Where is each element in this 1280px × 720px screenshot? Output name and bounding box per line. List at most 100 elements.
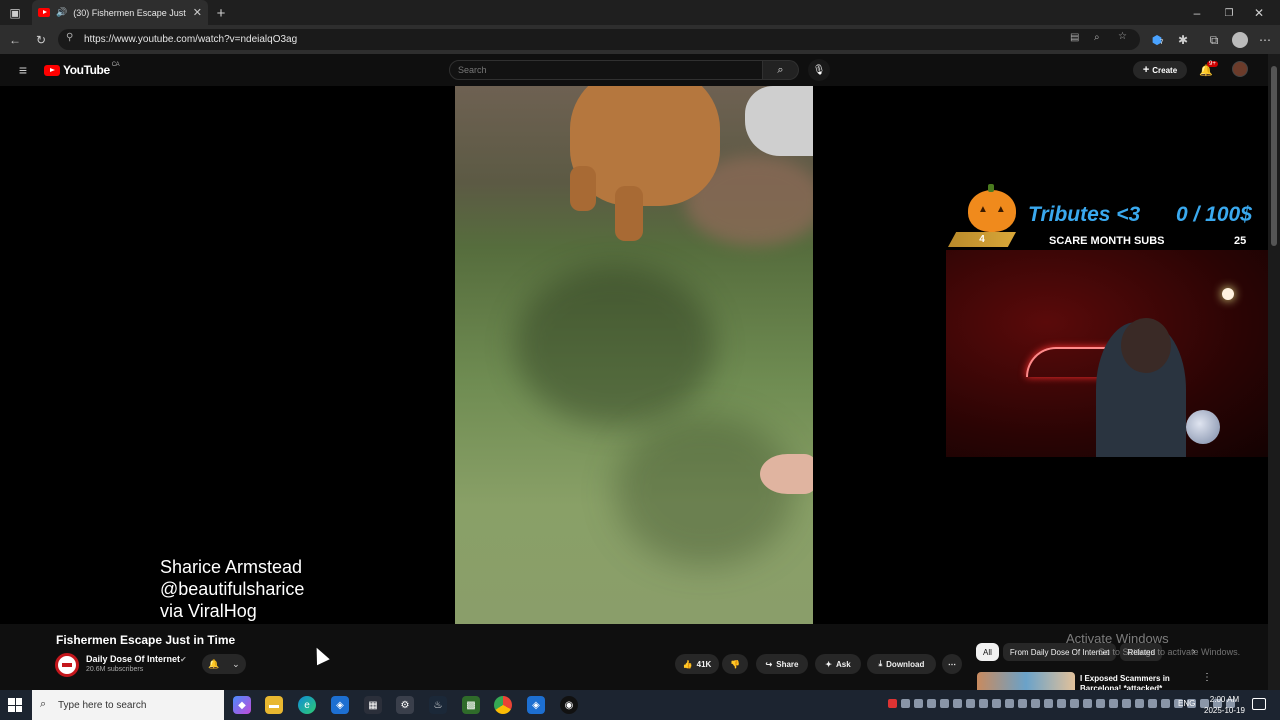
more-horizontal-icon: ⋯ xyxy=(948,659,956,669)
thumbs-up-icon: 👍 xyxy=(682,659,693,669)
app-2-icon[interactable]: ◈ xyxy=(527,696,545,714)
video-info-section: Fishermen Escape Just in Time Daily Dose… xyxy=(0,624,1268,693)
clock-time: 2:00 AM xyxy=(1209,695,1240,704)
hamburger-menu-icon[interactable]: ≡ xyxy=(12,59,34,81)
search-button[interactable]: ⌕ xyxy=(763,60,799,80)
collections-icon[interactable]: ⧉ xyxy=(1203,29,1225,51)
ask-button[interactable]: ✦ Ask xyxy=(815,654,861,674)
mouse-cursor xyxy=(310,644,330,666)
thumbs-down-icon: 👎 xyxy=(730,659,740,669)
back-button[interactable]: ← xyxy=(4,29,26,51)
chevron-down-icon: ⌄ xyxy=(232,658,240,669)
browser-menu-icon[interactable]: ⋯ xyxy=(1254,29,1276,51)
favorite-star-icon[interactable]: ☆ xyxy=(1118,31,1127,42)
share-icon: ↪ xyxy=(765,659,773,669)
search-placeholder: Search xyxy=(458,65,487,75)
steam-icon[interactable]: ♨ xyxy=(429,696,447,714)
taskbar-search-input[interactable]: ⌕ Type here to search xyxy=(32,690,224,720)
youtube-logo-text: YouTube xyxy=(63,63,110,77)
overlay-ribbon: 4 xyxy=(948,232,1016,247)
overlay-count: 0 / 100$ xyxy=(1176,203,1252,226)
voice-search-button[interactable]: 🎙 xyxy=(808,59,830,81)
download-label: Download xyxy=(886,659,925,669)
plus-icon: + xyxy=(1142,64,1150,76)
restore-button[interactable]: ❐ xyxy=(1218,2,1240,24)
pumpkin-icon: ▲▲ xyxy=(968,184,1016,232)
file-explorer-icon[interactable]: ▬ xyxy=(265,696,283,714)
create-label: Create xyxy=(1152,65,1178,75)
browser-tab-bar: ▣ 🔊 (30) Fishermen Escape Just in ✕ + – … xyxy=(0,0,1280,25)
share-button[interactable]: ↪ Share xyxy=(756,654,808,674)
activate-windows-title: Activate Windows xyxy=(1066,631,1169,646)
dislike-button[interactable]: 👎 xyxy=(722,654,748,674)
youtube-header: ≡ YouTube CA Search ⌕ 🎙 + Create 🔔 9+ xyxy=(0,54,1280,86)
overlay-title: Tributes <3 xyxy=(1028,203,1141,226)
windows-start-icon[interactable] xyxy=(8,698,22,712)
notification-center-icon[interactable] xyxy=(1252,698,1266,710)
download-icon: ⤓ xyxy=(878,659,883,668)
extensions-puzzle-icon[interactable]: ✱ xyxy=(1172,29,1194,51)
minimize-button[interactable]: – xyxy=(1186,2,1208,24)
microphone-icon: 🎙 xyxy=(812,64,826,76)
account-avatar[interactable] xyxy=(1232,61,1248,77)
video-title: Fishermen Escape Just in Time xyxy=(56,633,236,647)
obs-icon[interactable]: ◉ xyxy=(560,696,578,714)
sparkle-icon: ✦ xyxy=(825,659,832,669)
close-tab-icon[interactable]: ✕ xyxy=(193,6,202,19)
reload-button[interactable]: ↻ xyxy=(30,29,52,51)
app-icon[interactable]: ◈ xyxy=(331,696,349,714)
search-icon: ⌕ xyxy=(777,63,784,76)
tab-actions-icon[interactable]: ▣ xyxy=(4,2,26,24)
youtube-logo[interactable]: YouTube CA xyxy=(44,62,120,77)
channel-name[interactable]: Daily Dose Of Internet xyxy=(86,654,180,664)
video-player[interactable]: Sharice Armstead @beautifulsharice via V… xyxy=(0,86,1280,624)
youtube-favicon-icon xyxy=(38,8,50,17)
game-app-icon[interactable]: ▩ xyxy=(462,696,480,714)
credit-handle: @beautifulsharice xyxy=(160,579,305,599)
clock-date: 2025-10-19 xyxy=(1204,706,1245,715)
edge-icon[interactable]: e xyxy=(298,696,316,714)
more-actions-button[interactable]: ⋯ xyxy=(942,654,962,674)
site-info-icon[interactable]: ⚲ xyxy=(66,32,73,43)
windows-taskbar: ⌕ Type here to search ◆ ▬ e ◈ ▦ ⚙ ♨ ▩ ◈ … xyxy=(0,690,1280,720)
credit-source: via ViralHog xyxy=(160,601,257,621)
notification-badge: 9+ xyxy=(1207,61,1218,67)
taskbar-search-placeholder: Type here to search xyxy=(58,699,147,711)
reader-mode-icon[interactable]: ▤ xyxy=(1070,32,1079,43)
overlay-subtitle: SCARE MONTH SUBS xyxy=(1049,235,1165,247)
extension-icon[interactable]: ⬢ xyxy=(1146,29,1168,51)
scrollbar-thumb[interactable] xyxy=(1271,66,1277,246)
copilot-icon[interactable]: ◆ xyxy=(233,696,251,714)
video-frame xyxy=(455,86,813,624)
taskbar-clock[interactable]: 2:00 AM 2025-10-19 xyxy=(1204,694,1245,716)
extension-badge: 7 xyxy=(1160,40,1164,46)
download-button[interactable]: ⤓ Download xyxy=(867,654,936,674)
profile-avatar[interactable] xyxy=(1229,29,1251,51)
new-tab-button[interactable]: + xyxy=(210,2,232,24)
zoom-icon[interactable]: ⌕ xyxy=(1094,32,1100,43)
ask-label: Ask xyxy=(836,659,851,669)
recommended-video-thumbnail[interactable] xyxy=(977,672,1075,690)
subscriber-count: 20.6M subscribers xyxy=(86,666,144,673)
settings-gear-icon[interactable]: ⚙ xyxy=(396,696,414,714)
terminal-icon[interactable]: ▦ xyxy=(364,696,382,714)
subscription-bell-button[interactable]: 🔔 ⌄ xyxy=(202,654,246,674)
channel-avatar[interactable] xyxy=(55,653,79,677)
search-input[interactable]: Search xyxy=(449,60,763,80)
address-bar[interactable]: ⚲ https://www.youtube.com/watch?v=ndeial… xyxy=(58,29,1140,50)
more-vertical-icon[interactable]: ⋮ xyxy=(1202,672,1212,683)
chip-all[interactable]: All xyxy=(976,643,999,661)
language-indicator[interactable]: ENG xyxy=(1178,699,1195,708)
verified-icon: ✔ xyxy=(180,655,187,664)
youtube-play-icon xyxy=(44,64,60,76)
create-button[interactable]: + Create xyxy=(1133,61,1187,79)
page-scrollbar[interactable] xyxy=(1268,54,1280,690)
like-count: 41K xyxy=(696,659,712,669)
tab-title: (30) Fishermen Escape Just in xyxy=(73,7,187,18)
chrome-icon[interactable] xyxy=(494,696,512,714)
speaker-icon[interactable]: 🔊 xyxy=(56,7,67,18)
close-window-button[interactable]: ✕ xyxy=(1248,2,1270,24)
video-credit-text: Sharice Armstead @beautifulsharice via V… xyxy=(160,556,304,622)
like-button[interactable]: 👍 41K xyxy=(675,654,719,674)
browser-tab[interactable]: 🔊 (30) Fishermen Escape Just in ✕ xyxy=(32,0,208,25)
